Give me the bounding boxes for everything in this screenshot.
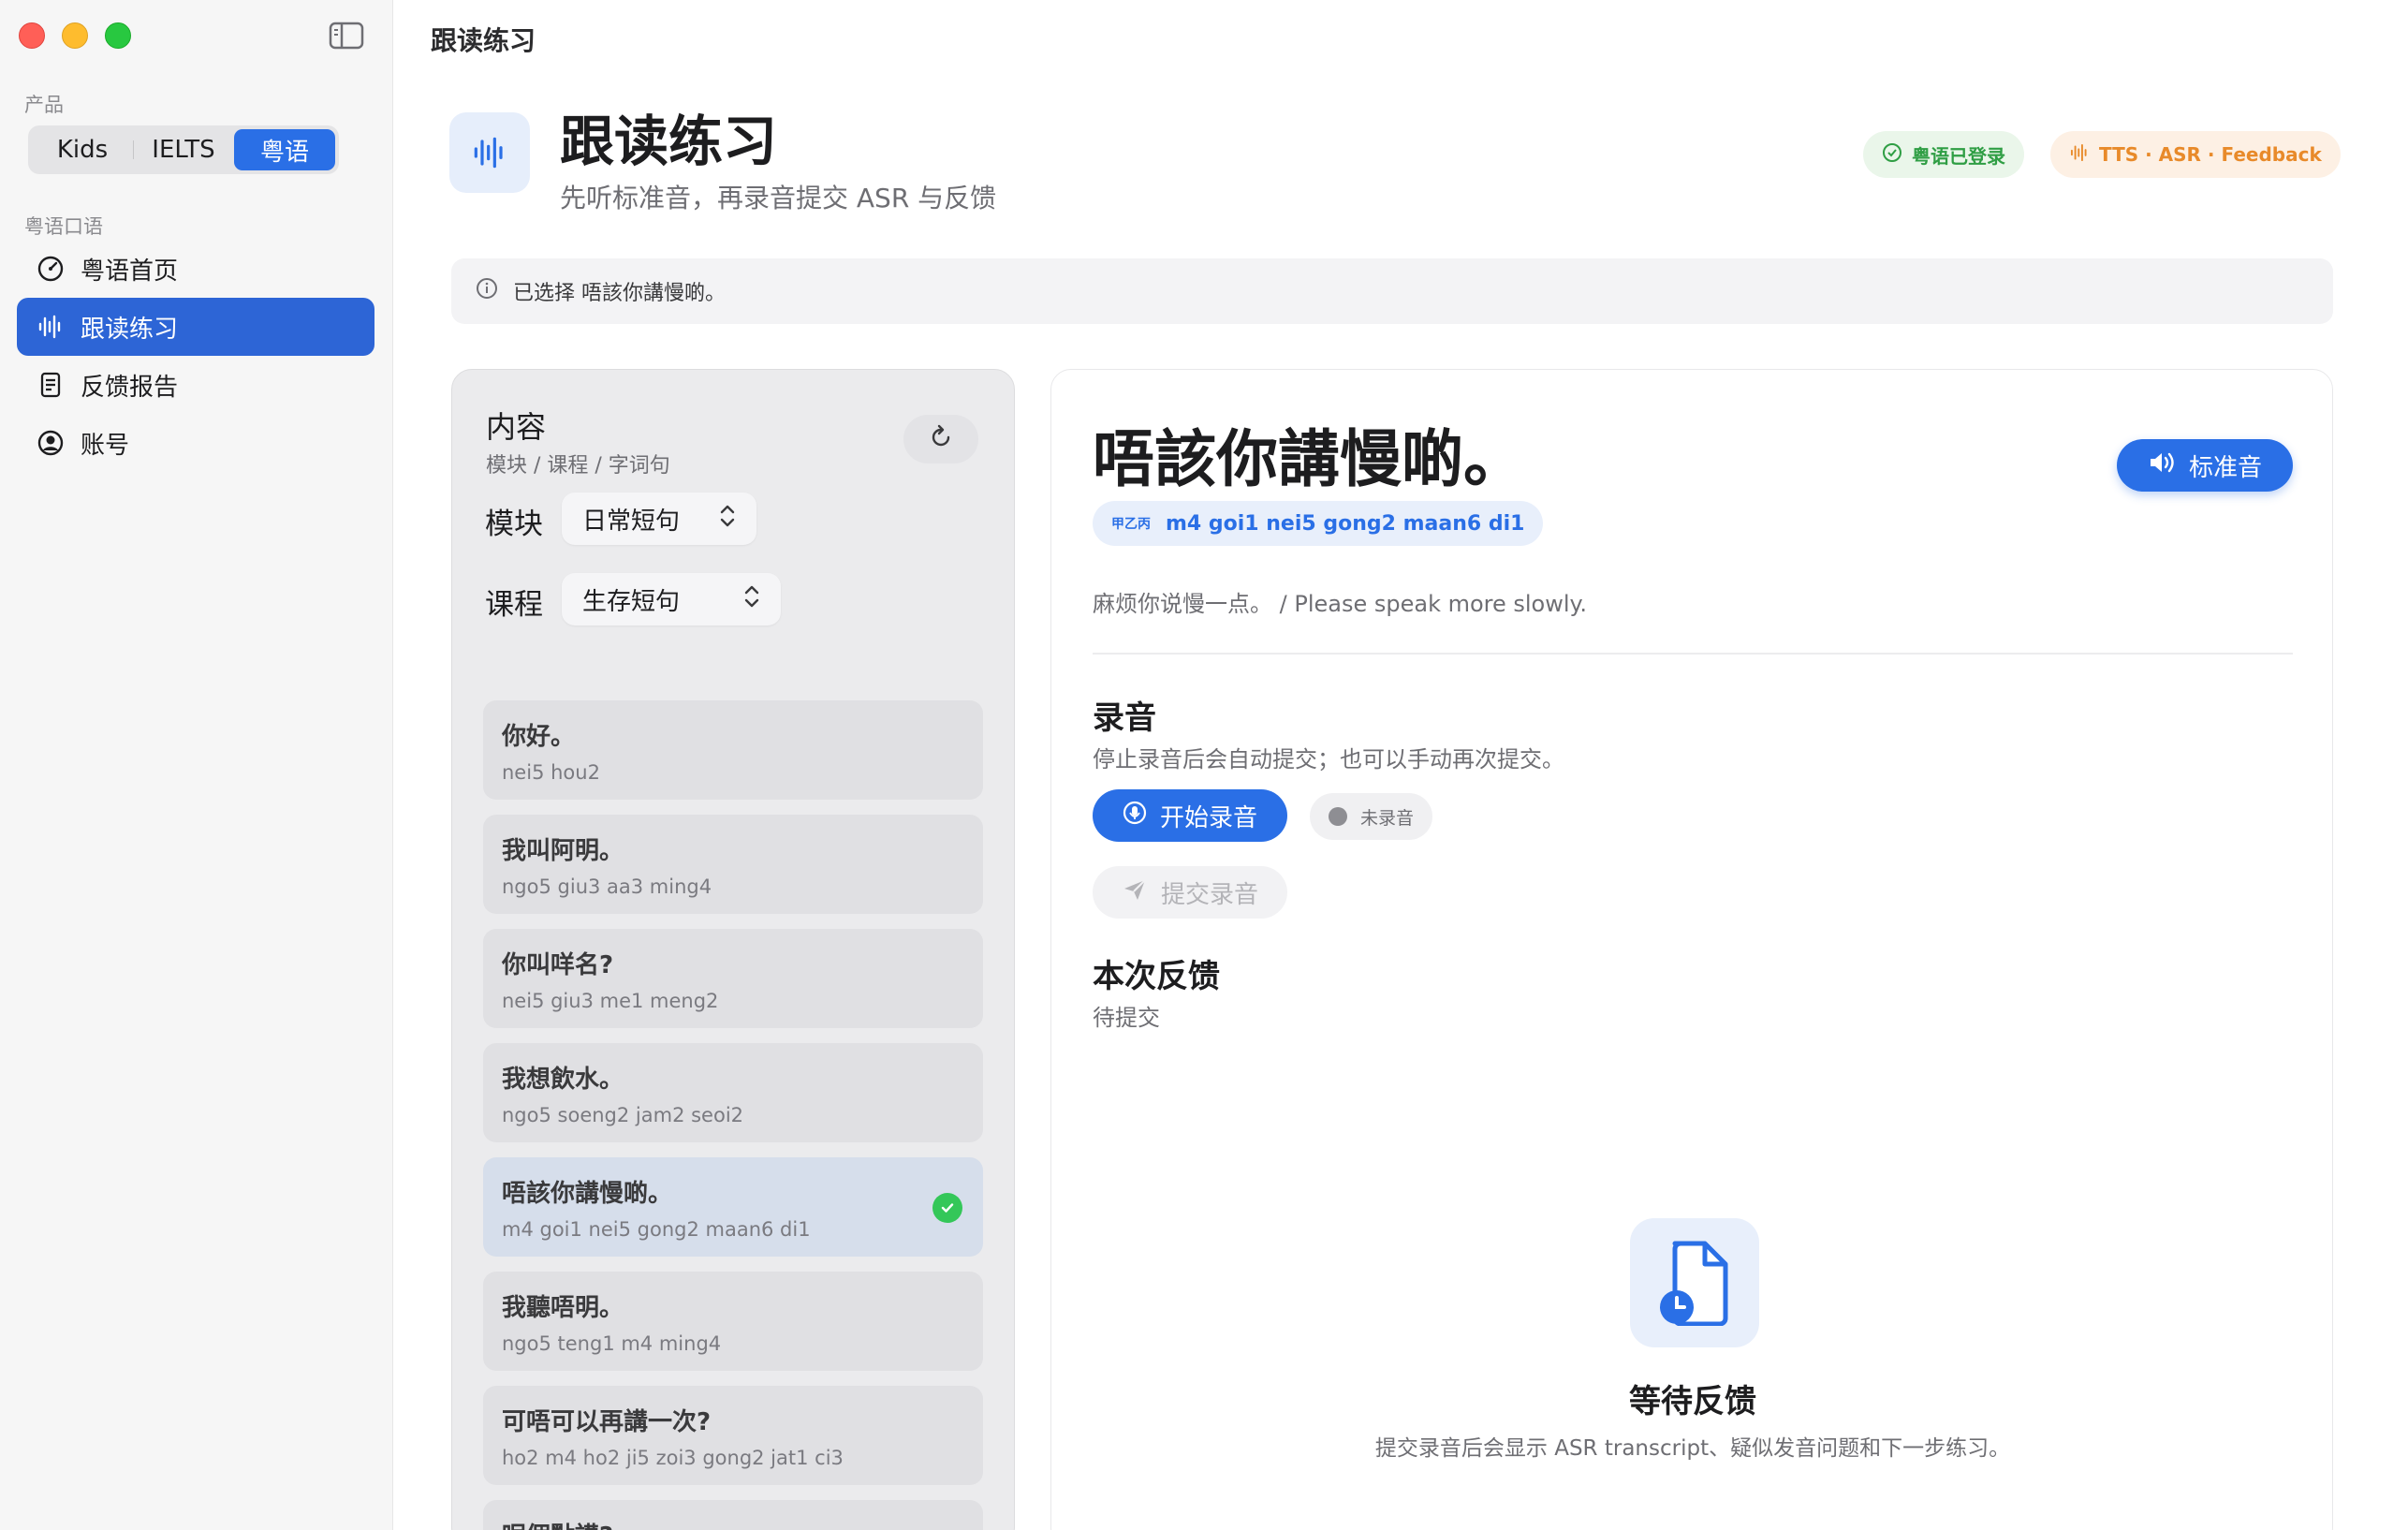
product-section-label: 产品 xyxy=(24,94,64,116)
window-controls xyxy=(19,22,131,49)
phrase-text: 唔該你講慢啲。 xyxy=(502,1180,673,1208)
sidebar-item-report[interactable]: 反馈报告 xyxy=(17,356,374,414)
start-recording-button[interactable]: 开始录音 xyxy=(1093,789,1287,842)
jyutping-chip: 甲乙丙 m4 goi1 nei5 gong2 maan6 di1 xyxy=(1093,501,1544,546)
waveform-icon xyxy=(449,112,530,193)
jyutping-text: m4 goi1 nei5 gong2 maan6 di1 xyxy=(1166,511,1525,536)
check-circle-icon xyxy=(1882,142,1902,168)
zoom-window-button[interactable] xyxy=(105,22,131,49)
microphone-icon xyxy=(1123,801,1147,831)
sidebar-item-label: 粤语首页 xyxy=(81,257,179,286)
play-standard-audio-label: 标准音 xyxy=(2188,453,2262,482)
phrase-item[interactable]: 我叫阿明。 ngo5 giu3 aa3 ming4 xyxy=(483,815,983,914)
phrase-item[interactable]: 我想飲水。 ngo5 soeng2 jam2 seoi2 xyxy=(483,1043,983,1142)
empty-feedback-title: 等待反馈 xyxy=(1629,1383,1756,1420)
course-select[interactable]: 生存短句 xyxy=(562,573,781,625)
page-title: 跟读练习 xyxy=(560,110,778,173)
waveform-icon xyxy=(36,312,66,342)
phrase-jyutping: nei5 hou2 xyxy=(502,761,600,784)
sidebar-item-label: 账号 xyxy=(81,431,130,460)
chevron-up-down-icon xyxy=(719,504,736,535)
sidebar-item-label: 反馈报告 xyxy=(81,373,179,402)
phrase-item[interactable]: 可唔可以再講一次? ho2 m4 ho2 ji5 zoi3 gong2 jat1… xyxy=(483,1386,983,1485)
gauge-icon xyxy=(36,254,66,284)
record-section-subtitle: 停止录音后会自动提交；也可以手动再次提交。 xyxy=(1093,746,1564,772)
selection-info-bar: 已选择 唔該你講慢啲。 xyxy=(451,258,2333,324)
status-dot-icon xyxy=(1329,807,1347,826)
submit-recording-label: 提交录音 xyxy=(1160,880,1258,909)
phrase-item-selected[interactable]: 唔該你講慢啲。 m4 goi1 nei5 gong2 maan6 di1 xyxy=(483,1157,983,1257)
record-section-title: 录音 xyxy=(1093,699,1156,737)
speaker-icon xyxy=(2148,450,2176,481)
login-status-badge: 粤语已登录 xyxy=(1863,131,2024,178)
product-cantonese[interactable]: 粤语 xyxy=(234,129,335,170)
page-subtitle: 先听标准音，再录音提交 ASR 与反馈 xyxy=(560,183,997,213)
sidebar-item-account[interactable]: 账号 xyxy=(17,414,374,472)
login-status-text: 粤语已登录 xyxy=(1912,144,2005,168)
product-ielts[interactable]: IELTS xyxy=(133,129,234,170)
course-label: 课程 xyxy=(485,588,543,622)
phrase-item[interactable]: 我聽唔明。 ngo5 teng1 m4 ming4 xyxy=(483,1272,983,1371)
phrase-jyutping: m4 goi1 nei5 gong2 maan6 di1 xyxy=(502,1218,811,1241)
phrase-text: 可唔可以再講一次? xyxy=(502,1408,712,1436)
phrase-item[interactable]: 你叫咩名? nei5 giu3 me1 meng2 xyxy=(483,929,983,1028)
phrase-text: 你叫咩名? xyxy=(502,951,614,979)
feedback-section-title: 本次反馈 xyxy=(1093,958,1220,995)
jyutping-tag: 甲乙丙 xyxy=(1111,517,1151,532)
checkmark-icon xyxy=(932,1193,962,1223)
module-label: 模块 xyxy=(485,508,543,541)
document-clock-icon xyxy=(1630,1218,1759,1347)
phrase-item[interactable]: 你好。 nei5 hou2 xyxy=(483,700,983,800)
submit-recording-button[interactable]: 提交录音 xyxy=(1093,866,1287,919)
translation-text: 麻烦你说慢一点。 / Please speak more slowly. xyxy=(1093,591,1587,617)
module-select-value: 日常短句 xyxy=(582,507,681,536)
product-kids[interactable]: Kids xyxy=(32,129,133,170)
feedback-status-text: 待提交 xyxy=(1093,1005,1160,1031)
course-select-value: 生存短句 xyxy=(582,587,681,616)
divider xyxy=(1093,653,2293,655)
features-text: TTS · ASR · Feedback xyxy=(2099,143,2322,166)
account-icon xyxy=(36,428,66,458)
chevron-up-down-icon xyxy=(743,584,760,615)
phrase-jyutping: ngo5 teng1 m4 ming4 xyxy=(502,1332,722,1355)
product-segmented-control: Kids IELTS 粤语 xyxy=(28,125,339,174)
close-window-button[interactable] xyxy=(19,22,45,49)
sidebar-item-home[interactable]: 粤语首页 xyxy=(17,240,374,298)
recording-status-text: 未录音 xyxy=(1360,807,1415,829)
sidebar: 产品 Kids IELTS 粤语 粤语口语 粤语首页 跟读练习 反馈报告 账号 xyxy=(0,0,393,1530)
play-standard-audio-button[interactable]: 标准音 xyxy=(2117,439,2293,492)
phrase-text: 我聽唔明。 xyxy=(502,1294,624,1322)
window-title: 跟读练习 xyxy=(431,25,536,56)
phrase-jyutping: ngo5 soeng2 jam2 seoi2 xyxy=(502,1104,744,1126)
phrase-text: 我叫阿明。 xyxy=(502,837,624,865)
empty-feedback-subtitle: 提交录音后会显示 ASR transcript、疑似发音问题和下一步练习。 xyxy=(1374,1436,2011,1461)
cantonese-section-label: 粤语口语 xyxy=(24,215,103,238)
report-icon xyxy=(36,370,66,400)
phrase-text: 呢個點講? xyxy=(502,1517,964,1530)
recording-status-badge: 未录音 xyxy=(1310,793,1433,840)
phrase-jyutping: ngo5 giu3 aa3 ming4 xyxy=(502,875,712,898)
module-select[interactable]: 日常短句 xyxy=(562,493,756,545)
features-badge: TTS · ASR · Feedback xyxy=(2050,131,2341,178)
phrase-text: 我想飲水。 xyxy=(502,1066,624,1094)
selection-info-text: 已选择 唔該你講慢啲。 xyxy=(513,282,726,305)
content-panel-body: 模块 日常短句 课程 生存短句 你好。 nei5 hou2 我叫阿明。 ngo5… xyxy=(451,369,1015,1530)
phrase-item[interactable]: 呢個點講? xyxy=(483,1500,983,1530)
waveform-icon xyxy=(2069,142,2090,168)
info-icon xyxy=(476,277,498,305)
sidebar-item-label: 跟读练习 xyxy=(81,315,179,344)
phrase-jyutping: nei5 giu3 me1 meng2 xyxy=(502,990,719,1012)
minimize-window-button[interactable] xyxy=(62,22,88,49)
start-recording-label: 开始录音 xyxy=(1159,803,1257,832)
practice-panel: 唔該你講慢啲。 标准音 甲乙丙 m4 goi1 nei5 gong2 maan6… xyxy=(1050,369,2333,1530)
paper-plane-icon xyxy=(1122,877,1148,908)
phrase-text: 你好。 xyxy=(502,723,576,751)
sidebar-toggle-icon[interactable] xyxy=(328,19,365,52)
practice-phrase: 唔該你講慢啲。 xyxy=(1093,423,1525,495)
phrase-jyutping: ho2 m4 ho2 ji5 zoi3 gong2 jat1 ci3 xyxy=(502,1447,844,1469)
sidebar-item-shadowing[interactable]: 跟读练习 xyxy=(17,298,374,356)
